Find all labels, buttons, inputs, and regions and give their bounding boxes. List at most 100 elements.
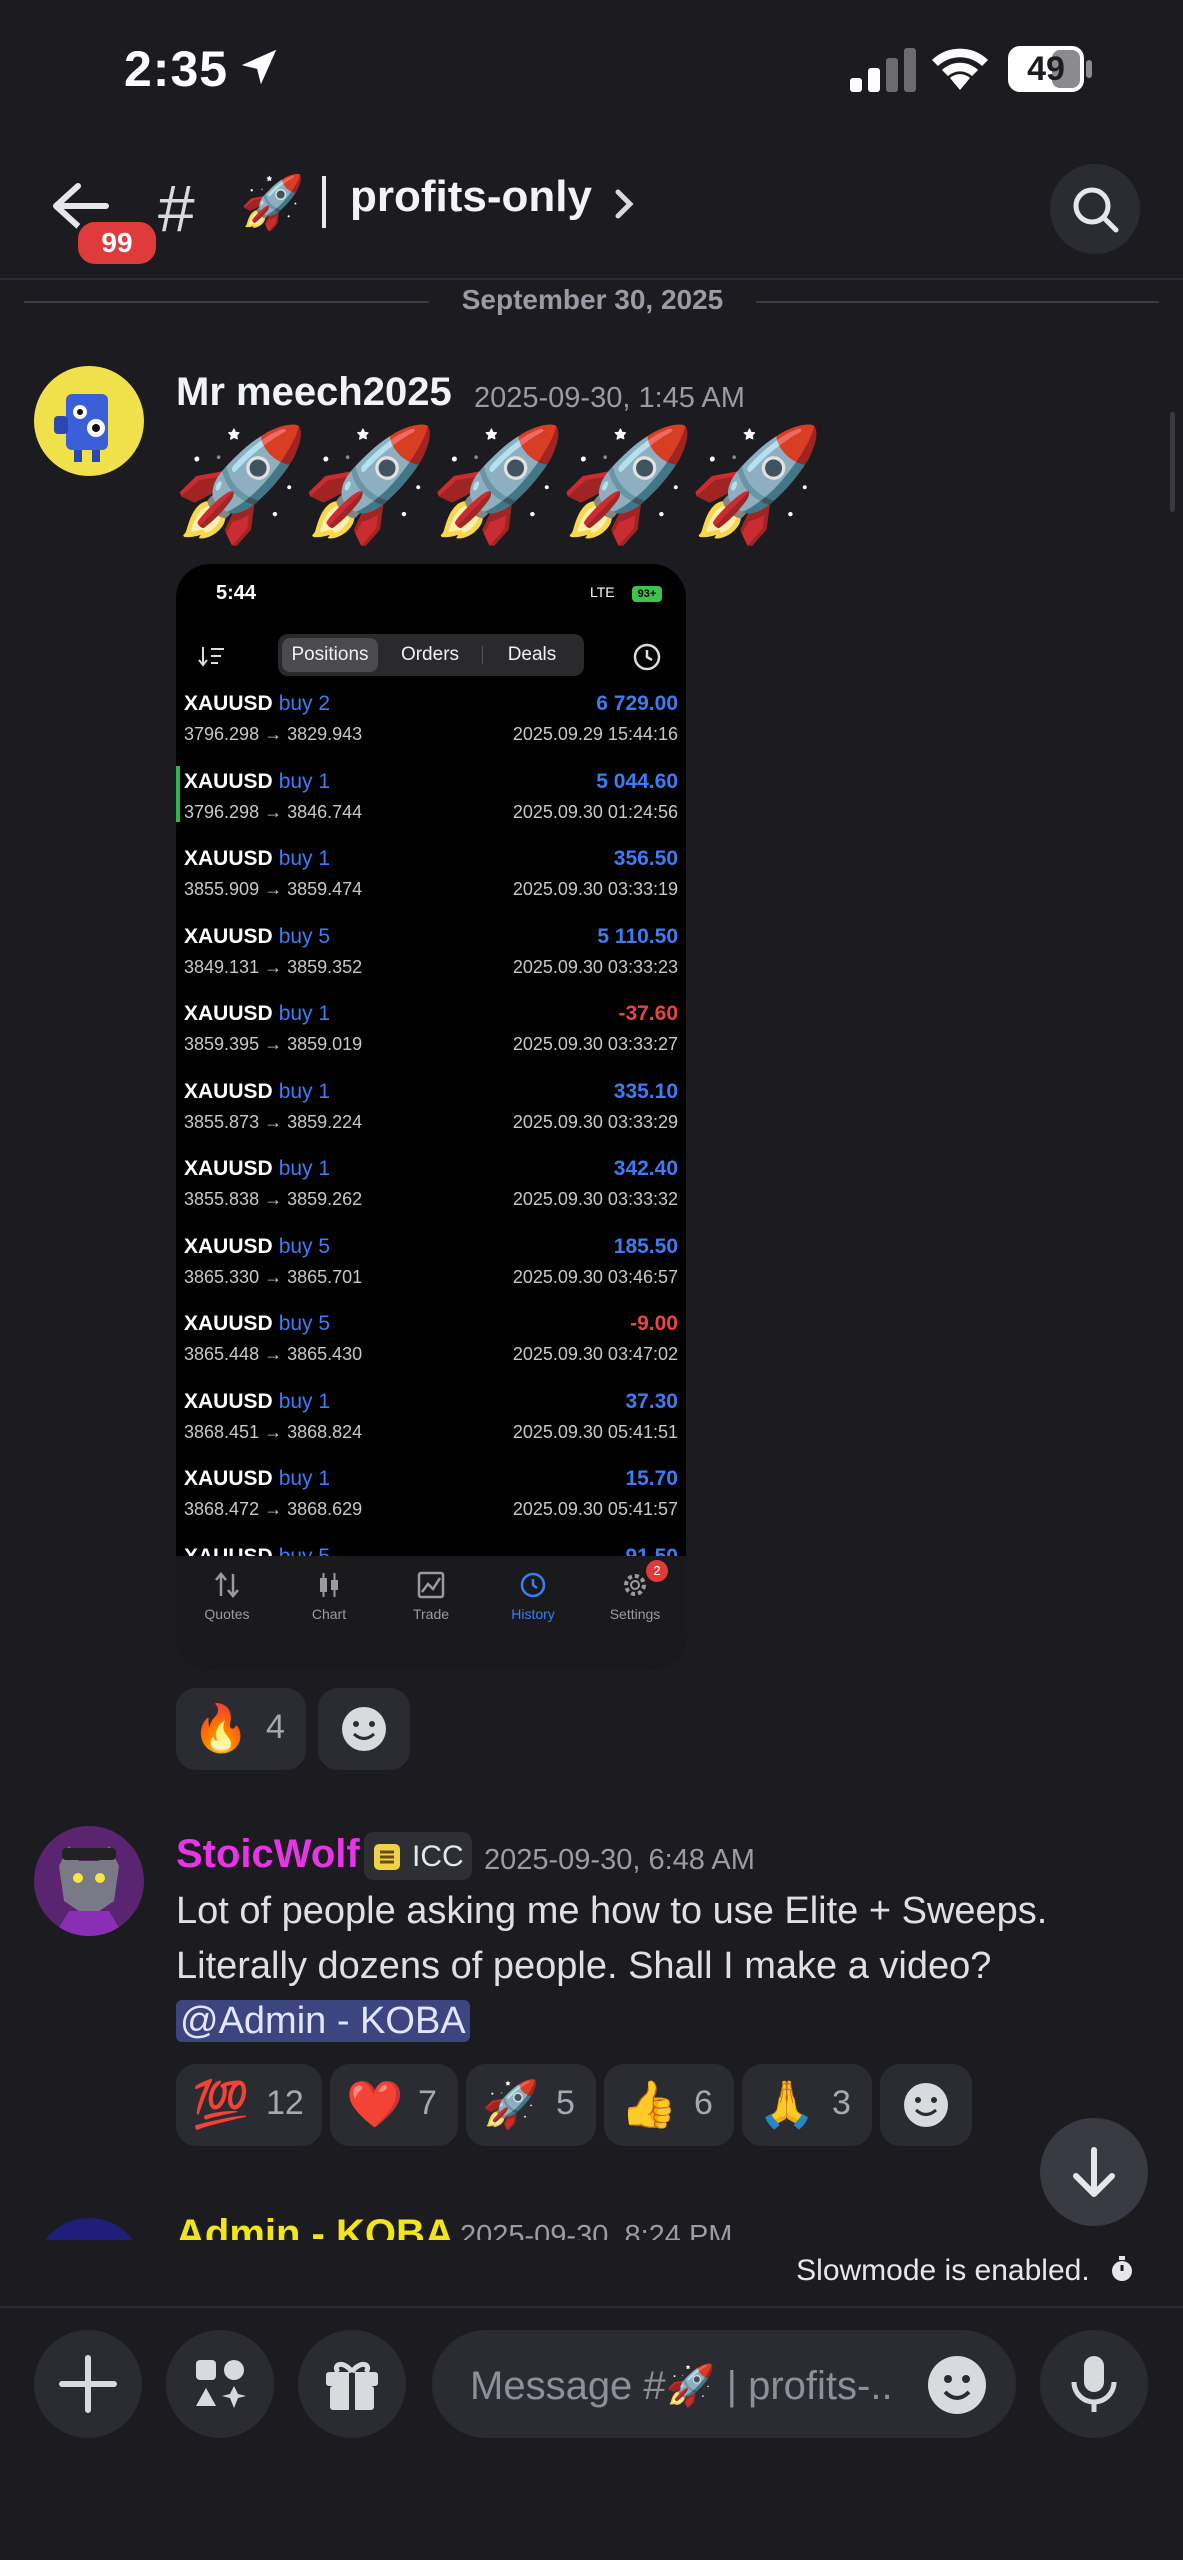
trade-profit: -9.00	[630, 1312, 678, 1335]
channel-name[interactable]: profits-only	[350, 172, 592, 222]
trade-symbol: XAUUSD buy 1	[184, 1467, 330, 1491]
header-divider	[0, 278, 1183, 280]
segment-positions: Positions	[282, 638, 378, 672]
gift-button[interactable]	[298, 2330, 406, 2438]
history-icon	[520, 1572, 546, 1598]
trade-side: buy 1	[278, 1389, 331, 1413]
reaction-pray[interactable]: 🙏 3	[742, 2064, 872, 2146]
trade-symbol: XAUUSD buy 1	[184, 1157, 330, 1181]
trade-row: XAUUSD buy 2 3796.298 → 3829.943 6 729.00 20…	[176, 688, 686, 766]
trade-symbol: XAUUSD buy 5	[184, 1235, 330, 1259]
message-author[interactable]: Mr meech2025	[176, 370, 452, 415]
attachment-battery: 93+	[632, 586, 662, 602]
trade-symbol-text: XAUUSD	[184, 847, 273, 870]
trade-row: XAUUSD buy 5 3865.330 → 3865.701 185.50 2025…	[176, 1231, 686, 1309]
date-divider: September 30, 2025	[461, 284, 724, 315]
trade-side: buy 1	[278, 1467, 331, 1490]
trade-prices: 3796.298 → 3846.744	[184, 801, 363, 822]
add-reaction-button[interactable]	[880, 2064, 972, 2146]
jump-to-present-button[interactable]	[1040, 2118, 1148, 2226]
chevron-right-icon[interactable]	[612, 184, 638, 224]
add-reaction-icon	[342, 1707, 386, 1751]
message-author[interactable]: StoicWolf	[176, 1832, 360, 1877]
reaction-count: 3	[832, 2084, 851, 2122]
wolf-avatar-icon	[34, 1826, 144, 1936]
trade-row: XAUUSD buy 1 3855.873 → 3859.224 335.10 2025…	[176, 1076, 686, 1154]
reaction-100[interactable]: 💯 12	[176, 2064, 322, 2146]
trade-profit: 5 110.50	[597, 924, 678, 948]
message-line: Literally dozens of people. Shall I make…	[176, 1945, 992, 1987]
emoji-picker-icon[interactable]	[926, 2354, 988, 2416]
stopwatch-icon	[1112, 2256, 1132, 2281]
tab-trade: Trade	[380, 1570, 482, 1622]
trade-side: buy 1	[278, 847, 331, 870]
search-icon	[1073, 187, 1119, 233]
trade-date: 2025.09.30 03:46:57	[512, 1266, 678, 1287]
segmented-control: Positions Orders Deals	[278, 634, 584, 676]
trade-prices: 3796.298 → 3829.943	[184, 724, 363, 744]
reaction-emoji: 🔥	[192, 1702, 250, 1754]
trade-profit: 5 044.60	[596, 769, 678, 793]
reaction-count: 12	[266, 2084, 304, 2122]
reaction-rocket[interactable]: 🚀 5	[466, 2064, 596, 2146]
location-arrow-icon	[241, 49, 277, 85]
user-mention[interactable]: @Admin - KOBA	[176, 2000, 470, 2042]
segment-orders: Orders	[400, 644, 460, 665]
trade-side: buy 5	[278, 1234, 331, 1258]
unread-badge: 99	[74, 218, 160, 268]
trade-row: XAUUSD buy 5 3849.131 → 3859.352 5 110.50 20…	[176, 921, 686, 999]
trade-date: 2025.09.30 03:47:02	[512, 1344, 678, 1364]
add-reaction-icon	[904, 2083, 948, 2127]
avatar[interactable]	[34, 366, 144, 476]
trade-prices: 3868.451 → 3868.824	[184, 1421, 363, 1442]
trade-date: 2025.09.30 03:33:27	[512, 1034, 678, 1054]
channel-emoji: 🚀	[240, 174, 305, 232]
reaction-fire[interactable]: 🔥 4	[176, 1688, 306, 1770]
trade-date: 2025.09.30 03:33:29	[512, 1111, 678, 1132]
voice-message-button[interactable]	[1040, 2330, 1148, 2438]
trade-symbol-text: XAUUSD	[184, 1544, 273, 1557]
apps-icon	[196, 2360, 246, 2408]
message-timestamp: 2025-09-30, 6:48 AM	[484, 1844, 755, 1876]
attach-button[interactable]	[34, 2330, 142, 2438]
date-divider-line	[24, 301, 429, 303]
trade-side: buy 1	[278, 1002, 331, 1025]
gift-icon	[326, 2362, 378, 2410]
trade-symbol: XAUUSD buy 5	[184, 1312, 330, 1336]
trade-profit: 91.50	[625, 1544, 678, 1557]
trade-date: 2025.09.30 03:33:32	[512, 1189, 678, 1209]
reaction-count: 4	[266, 1708, 285, 1746]
trade-date: 2025.09.30 01:24:56	[512, 801, 678, 822]
trade-symbol: XAUUSD buy 2	[184, 692, 330, 716]
trade-row: XAUUSD buy 5 3865.448 → 3865.430 -9.00 2025.…	[176, 1308, 686, 1386]
search-button[interactable]	[1050, 164, 1140, 254]
trade-profit: 356.50	[613, 847, 678, 870]
settings-badge: 2	[646, 1560, 668, 1582]
trade-side: buy 1	[278, 1157, 331, 1180]
avatar[interactable]	[34, 1826, 144, 1936]
trade-row: XAUUSD buy 1 3859.395 → 3859.019 -37.60 2025…	[176, 998, 686, 1076]
reaction-count: 7	[418, 2084, 437, 2122]
channel-hash-icon: #	[158, 171, 195, 245]
trade-row: XAUUSD buy 1 3855.909 → 3859.474 356.50 2025…	[176, 843, 686, 921]
slowmode-text: Slowmode is enabled.	[796, 2254, 1090, 2287]
scrollbar-thumb[interactable]	[1170, 412, 1175, 512]
trade-symbol: XAUUSD buy 1	[184, 1002, 330, 1026]
reaction-thumbs-up[interactable]: 👍 6	[604, 2064, 734, 2146]
trade-list: XAUUSD buy 2 3796.298 → 3829.943 6 729.00 20…	[176, 688, 686, 1556]
role-tag[interactable]: ICC	[364, 1832, 472, 1880]
reaction-emoji: 👍	[620, 2078, 678, 2130]
reaction-heart[interactable]: ❤️ 7	[330, 2064, 458, 2146]
apps-button[interactable]	[166, 2330, 274, 2438]
plus-icon	[59, 2355, 117, 2413]
message-timestamp: 2025-09-30, 1:45 AM	[474, 382, 745, 414]
trade-symbol-text: XAUUSD	[184, 1312, 273, 1335]
image-attachment[interactable]: 5:44 LTE 93+ Positions Orders Deals XAUU…	[176, 564, 686, 1670]
message-input-placeholder: Message #🚀 | profits-..	[470, 2364, 893, 2408]
trade-date: 2025.09.30 05:41:51	[512, 1421, 678, 1442]
add-reaction-button[interactable]	[318, 1688, 410, 1770]
battery-indicator: 49	[1008, 46, 1094, 92]
trade-side: buy 5	[278, 1312, 331, 1335]
trade-prices: 3865.330 → 3865.701	[184, 1266, 363, 1287]
trade-prices: 3868.472 → 3868.629	[184, 1499, 363, 1519]
